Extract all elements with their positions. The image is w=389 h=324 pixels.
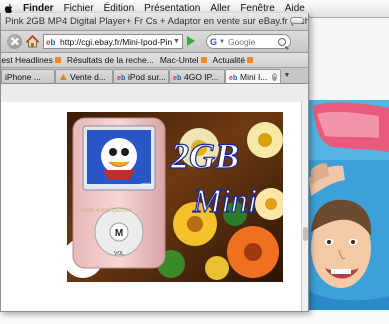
svg-text:b: b (177, 75, 181, 81)
tab-label: 4GO IP... (184, 72, 219, 82)
title-bar[interactable]: Pink 2GB MP4 Digital Player+ Fr Cs + Ada… (1, 13, 308, 31)
navigation-toolbar: e b ▼ G ▼ (1, 31, 308, 53)
capacity-text: 2GB (170, 136, 239, 176)
ebay-favicon-icon: eb (117, 75, 125, 81)
search-bar[interactable]: G ▼ (206, 34, 291, 49)
url-dropdown-icon[interactable]: ▼ (173, 38, 180, 45)
bookmark-mac-untel[interactable]: Mac-Untel (160, 55, 213, 65)
ebay-favicon-icon: e b (46, 38, 56, 46)
menu-button-label: M (115, 228, 123, 239)
bookmark-label: Mac-Untel (159, 55, 199, 65)
svg-text:b: b (233, 75, 237, 81)
desktop-photo (309, 100, 389, 310)
url-input[interactable] (60, 36, 172, 47)
google-icon[interactable]: G (210, 37, 217, 47)
bookmark-resultats[interactable]: Résultats de la reche... (67, 55, 160, 65)
ebay-favicon-icon: eb (229, 75, 237, 81)
stop-icon[interactable] (7, 34, 22, 49)
vertical-scrollbar[interactable] (301, 102, 308, 311)
tab-label: iPod sur... (128, 72, 166, 82)
window-title: Pink 2GB MP4 Digital Player+ Fr Cs + Ada… (5, 16, 309, 27)
browser-window: Pink 2GB MP4 Digital Player+ Fr Cs + Ada… (0, 13, 309, 312)
go-icon[interactable] (187, 36, 195, 46)
bookmark-headlines[interactable]: test Headlines (1, 55, 67, 65)
ebay-favicon-icon: eb (173, 75, 181, 81)
bookmark-actualite[interactable]: Actualité (213, 55, 260, 65)
bookmarks-bar: test Headlines Résultats de la reche... … (1, 53, 308, 68)
rss-icon (54, 57, 61, 63)
close-tab-icon[interactable]: × (272, 73, 277, 81)
watermark-text: mini 4 mp3player (81, 206, 131, 214)
tab-4go[interactable]: eb 4GO IP... (169, 69, 225, 83)
tab-iphone[interactable]: iPhone ... (1, 69, 55, 83)
model-text: Mini (192, 183, 257, 220)
page-content: M VOL mini4 mini 4 mp3player 2GB Mini 00… (1, 102, 302, 311)
desktop-bottom (0, 312, 389, 324)
bookmark-label: test Headlines (1, 55, 53, 65)
scrollbar-thumb[interactable] (303, 227, 308, 241)
search-icon[interactable] (278, 38, 286, 46)
tab-vente[interactable]: Vente d... (55, 69, 113, 83)
bookmark-label: Résultats de la reche... (66, 55, 154, 65)
url-bar[interactable]: e b ▼ (43, 34, 183, 49)
svg-text:b: b (121, 75, 125, 81)
screen-brand: mini4 (141, 182, 153, 188)
search-input[interactable] (227, 36, 278, 47)
tab-bar: iPhone ... Vente d... eb iPod sur... eb … (1, 68, 308, 84)
mp4-player: M VOL mini4 (72, 117, 166, 269)
tab-label: Mini I... (240, 72, 268, 82)
tab-favicon-icon (60, 74, 67, 80)
tab-label: iPhone ... (5, 72, 41, 82)
tab-ipod[interactable]: eb iPod sur... (113, 69, 169, 83)
rss-icon (200, 57, 207, 63)
bookmark-label: Actualité (212, 55, 246, 65)
rss-icon (247, 57, 254, 63)
tab-label: Vente d... (70, 72, 106, 82)
toolbar-toggle-button[interactable] (290, 17, 304, 24)
product-image: M VOL mini4 mini 4 mp3player 2GB Mini (67, 112, 283, 282)
svg-text:b: b (51, 38, 56, 46)
tab-mini-ipod[interactable]: eb Mini I... × (225, 69, 281, 83)
vol-label: VOL (114, 251, 124, 257)
search-engine-dropdown-icon[interactable]: ▼ (219, 39, 225, 45)
tab-list-dropdown-icon[interactable]: ▼ (281, 69, 293, 83)
home-icon[interactable] (25, 34, 40, 49)
